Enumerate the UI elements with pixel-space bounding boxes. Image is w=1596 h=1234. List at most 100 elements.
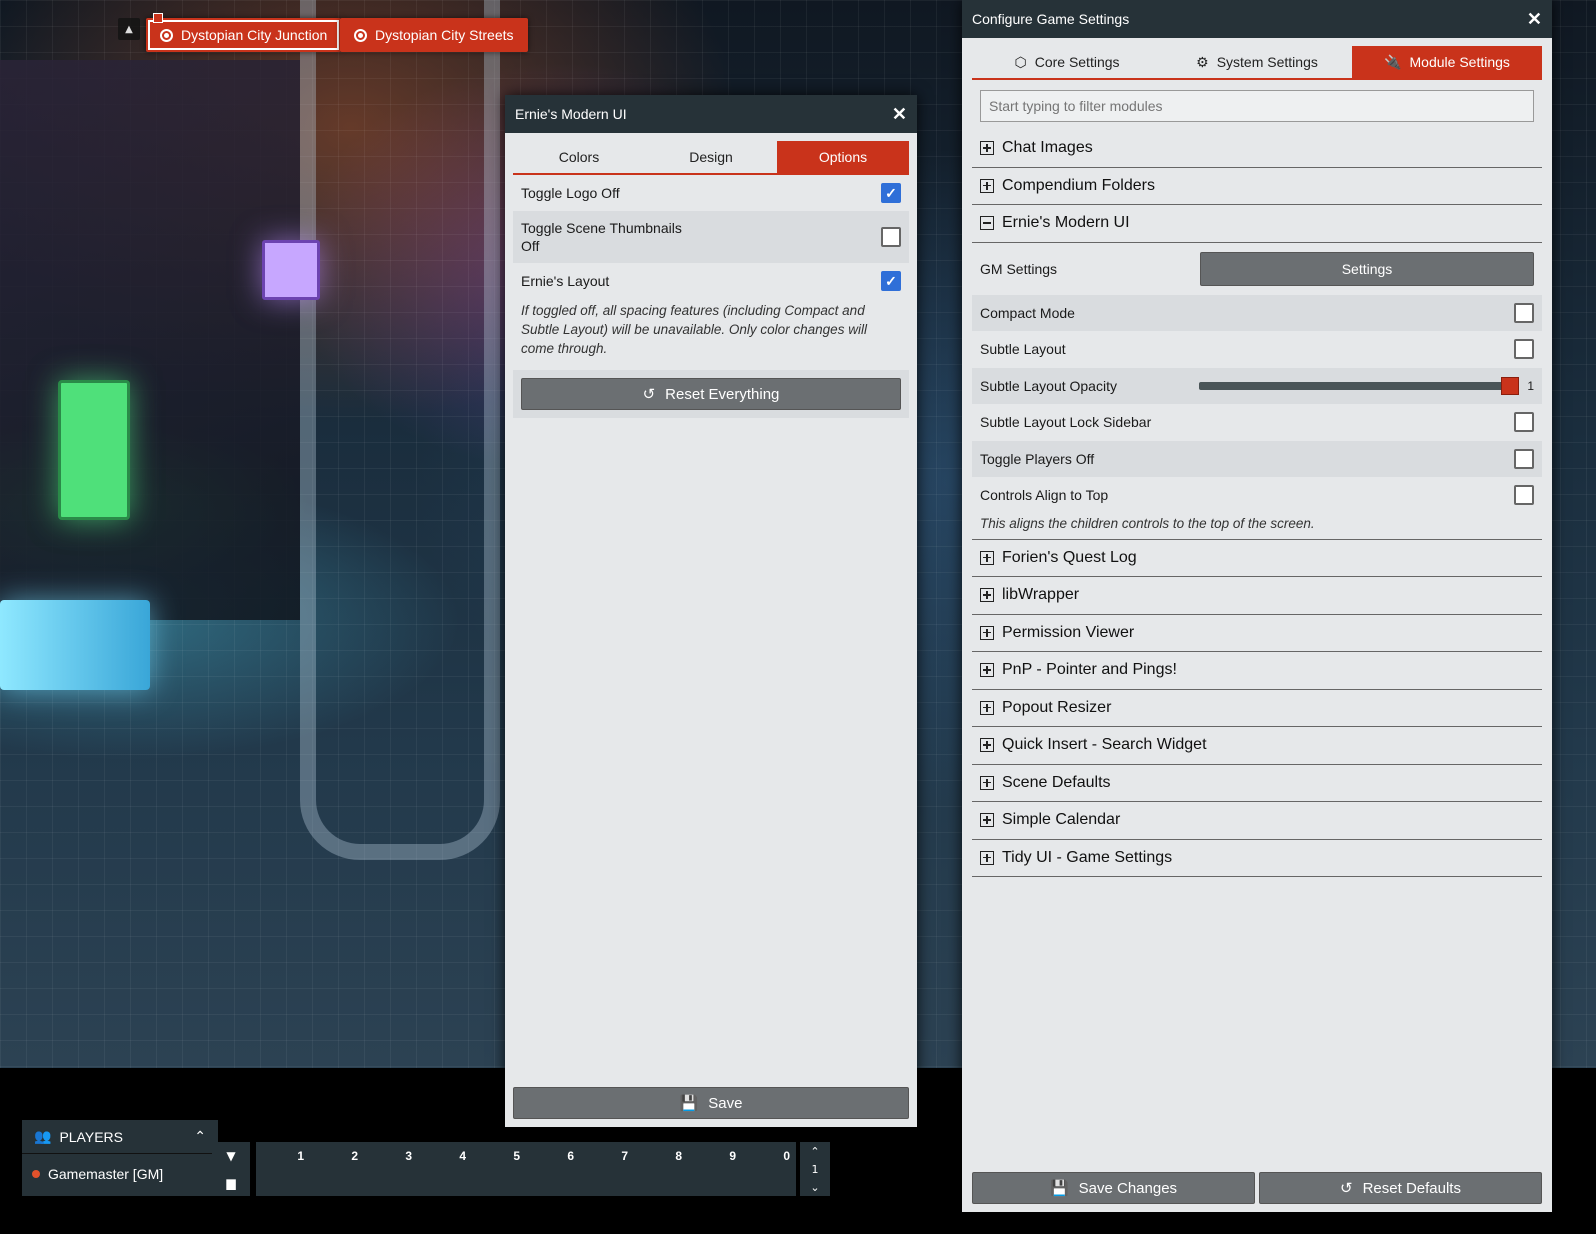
bullseye-icon <box>160 28 173 42</box>
compact-mode-checkbox[interactable] <box>1514 302 1534 323</box>
hotbar-page-number: 1 <box>811 1162 819 1176</box>
toggle-scene-thumbnails-checkbox[interactable] <box>881 227 901 247</box>
map-building <box>0 60 300 620</box>
button-label: Save Changes <box>1078 1179 1178 1197</box>
chevron-up-icon[interactable]: ⌃ <box>194 1128 206 1145</box>
module-name: Popout Resizer <box>1002 698 1112 716</box>
opacity-slider[interactable]: 1 <box>1199 376 1534 395</box>
hotbar-slot[interactable]: 0 <box>742 1142 796 1196</box>
setting-label: Subtle Layout <box>980 341 1066 358</box>
setting-row-controls-align: Controls Align to Top <box>972 477 1542 514</box>
ernie-modern-ui-window: Ernie's Modern UI ✕ Colors Design Option… <box>505 95 917 1127</box>
module-name: Tidy UI - Game Settings <box>1002 848 1173 866</box>
plus-square-icon <box>980 775 994 790</box>
module-name: Forien's Quest Log <box>1002 548 1137 566</box>
slider-value: 1 <box>1527 378 1534 393</box>
module-row[interactable]: Popout Resizer <box>972 690 1542 727</box>
chevron-down-icon[interactable]: ⌄ <box>810 1181 819 1194</box>
toggle-logo-checkbox[interactable]: ✓ <box>881 183 901 203</box>
save-button[interactable]: 💾 Save <box>513 1087 909 1119</box>
hotbar-slot[interactable]: 7 <box>580 1142 634 1196</box>
hotbar-slot[interactable]: 6 <box>526 1142 580 1196</box>
module-row[interactable]: Forien's Quest Log <box>972 540 1542 577</box>
slider-thumb[interactable] <box>1501 376 1520 395</box>
gm-settings-button[interactable]: Settings <box>1200 251 1534 286</box>
hotbar-slot[interactable]: 3 <box>364 1142 418 1196</box>
save-changes-button[interactable]: 💾 Save Changes <box>972 1172 1255 1204</box>
module-name: libWrapper <box>1002 586 1080 604</box>
tab-module-settings[interactable]: 🔌 Module Settings <box>1352 46 1542 78</box>
module-filter-input[interactable] <box>980 90 1534 122</box>
module-row[interactable]: libWrapper <box>972 577 1542 615</box>
undo-icon: ↺ <box>1340 1180 1353 1197</box>
tab-options[interactable]: Options <box>777 141 909 173</box>
option-row: Toggle Logo Off ✓ <box>513 175 909 211</box>
module-row[interactable]: PnP - Pointer and Pings! <box>972 652 1542 690</box>
caret-down-icon[interactable]: ▼ <box>226 1149 235 1163</box>
module-row[interactable]: Quick Insert - Search Widget <box>972 727 1542 765</box>
setting-row-subtle-layout: Subtle Layout <box>972 331 1542 368</box>
tab-core-settings[interactable]: ⬡ Core Settings <box>972 46 1162 78</box>
close-icon[interactable]: ✕ <box>892 104 907 125</box>
plus-square-icon <box>980 178 994 193</box>
tab-colors[interactable]: Colors <box>513 141 645 173</box>
module-row[interactable]: Permission Viewer <box>972 615 1542 652</box>
player-name: Gamemaster [GM] <box>48 1166 164 1182</box>
scene-tab-label: Dystopian City Junction <box>181 27 328 43</box>
footer-buttons: 💾 Save Changes ↺ Reset Defaults <box>972 1172 1542 1204</box>
module-name: Quick Insert - Search Widget <box>1002 736 1207 754</box>
folder-icon[interactable]: ▆ <box>226 1176 235 1190</box>
window-header[interactable]: Ernie's Modern UI ✕ <box>505 95 917 133</box>
hotbar-slot[interactable]: 1 <box>256 1142 310 1196</box>
subtle-layout-checkbox[interactable] <box>1514 339 1534 360</box>
hotbar-slot[interactable]: 9 <box>688 1142 742 1196</box>
window-header[interactable]: Configure Game Settings ✕ <box>962 0 1552 38</box>
window-title: Configure Game Settings <box>972 11 1130 27</box>
reset-everything-button[interactable]: ↺ Reset Everything <box>521 378 901 410</box>
tab-system-settings[interactable]: ⚙ System Settings <box>1162 46 1352 78</box>
player-item[interactable]: Gamemaster [GM] <box>22 1154 218 1194</box>
undo-icon: ↺ <box>642 386 656 403</box>
controls-align-checkbox[interactable] <box>1514 485 1534 506</box>
setting-label: Compact Mode <box>980 304 1075 321</box>
plus-square-icon <box>980 700 994 715</box>
hotbar-slot[interactable]: 5 <box>472 1142 526 1196</box>
module-name: Simple Calendar <box>1002 811 1121 829</box>
d20-icon: ⬡ <box>1014 54 1027 70</box>
module-row[interactable]: Simple Calendar <box>972 802 1542 840</box>
plus-square-icon <box>980 663 994 678</box>
scene-tab-junction[interactable]: Dystopian City Junction <box>146 18 342 52</box>
setting-row-toggle-players: Toggle Players Off <box>972 440 1542 477</box>
hotbar-page-controls: ⌃ 1 ⌄ <box>800 1142 830 1196</box>
hotbar-slot[interactable]: 8 <box>634 1142 688 1196</box>
scene-nav-toggle-button[interactable]: ▲ <box>118 18 140 40</box>
hotbar-slot[interactable]: 2 <box>310 1142 364 1196</box>
scene-tab-streets[interactable]: Dystopian City Streets <box>340 18 528 52</box>
tab-design[interactable]: Design <box>645 141 777 173</box>
toggle-players-checkbox[interactable] <box>1514 448 1534 469</box>
players-header[interactable]: 👥 PLAYERS ⌃ <box>22 1120 218 1154</box>
slider-track[interactable] <box>1199 376 1520 395</box>
option-row: Ernie's Layout ✓ <box>513 263 909 299</box>
plus-square-icon <box>980 738 994 753</box>
hotbar-slot[interactable]: 4 <box>418 1142 472 1196</box>
setting-label: GM Settings <box>980 260 1058 277</box>
module-name: PnP - Pointer and Pings! <box>1002 661 1177 679</box>
gears-icon: ⚙ <box>1196 54 1209 70</box>
setting-row-gm-settings: GM Settings Settings <box>972 251 1542 287</box>
button-label: Reset Everything <box>665 385 780 403</box>
chevron-up-icon[interactable]: ⌃ <box>810 1145 819 1158</box>
ernies-layout-checkbox[interactable]: ✓ <box>881 271 901 291</box>
player-status-dot <box>32 1170 40 1178</box>
module-row-compendium-folders[interactable]: Compendium Folders <box>972 168 1542 205</box>
tab-label: Module Settings <box>1409 54 1510 70</box>
close-icon[interactable]: ✕ <box>1527 9 1542 30</box>
module-row-ernies-modern-ui[interactable]: Ernie's Modern UI <box>972 205 1542 243</box>
module-row[interactable]: Tidy UI - Game Settings <box>972 840 1542 877</box>
module-row-chat-images[interactable]: Chat Images <box>972 130 1542 168</box>
scene-tab-label: Dystopian City Streets <box>375 27 514 43</box>
reset-defaults-button[interactable]: ↺ Reset Defaults <box>1259 1172 1542 1204</box>
module-row[interactable]: Scene Defaults <box>972 765 1542 802</box>
map-neon-sign <box>0 600 150 690</box>
lock-sidebar-checkbox[interactable] <box>1514 412 1534 433</box>
